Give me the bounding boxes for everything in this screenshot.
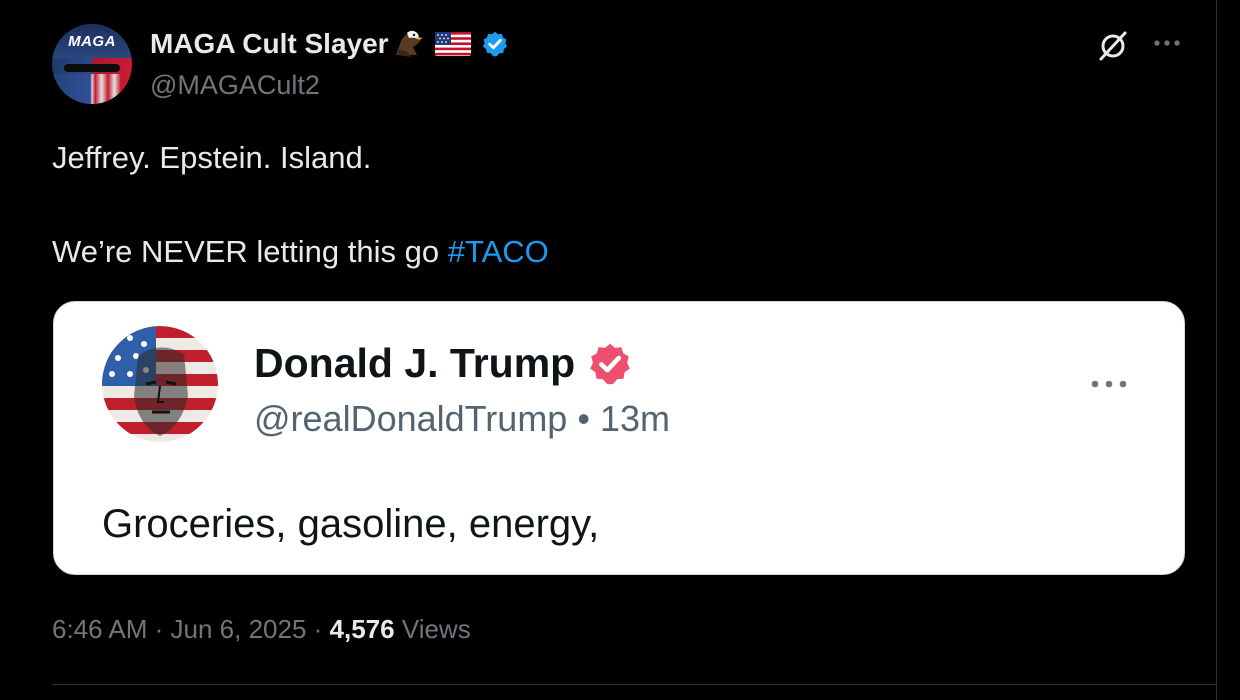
post-text-line-2: We’re NEVER letting this go #TACO — [52, 234, 549, 270]
post-date[interactable]: Jun 6, 2025 — [171, 614, 307, 644]
quoted-author-handle[interactable]: @realDonaldTrump — [254, 398, 567, 439]
more-options-icon[interactable] — [1086, 372, 1132, 396]
avatar-eyes — [64, 64, 120, 72]
meta-separator: · — [147, 614, 171, 644]
quoted-author-name[interactable]: Donald J. Trump — [254, 340, 575, 387]
author-name[interactable]: MAGA Cult Slayer — [150, 28, 389, 60]
quoted-post-time[interactable]: 13m — [600, 398, 670, 439]
post-text-prefix: We’re NEVER letting this go — [52, 234, 448, 269]
post-meta: 6:46 AM · Jun 6, 2025 · 4,576 Views — [52, 614, 471, 645]
post-time[interactable]: 6:46 AM — [52, 614, 147, 644]
author-avatar[interactable]: MAGA — [52, 24, 132, 104]
us-flag-icon — [434, 32, 471, 56]
eagle-icon — [395, 30, 423, 57]
avatar-cap-text: MAGA — [68, 33, 116, 50]
quoted-author-meta: @realDonaldTrump • 13m — [254, 398, 670, 440]
author-handle[interactable]: @MAGACult2 — [150, 70, 320, 101]
more-options-icon[interactable] — [1150, 28, 1184, 58]
meta-separator: · — [306, 614, 330, 644]
post-text-line-1: Jeffrey. Epstein. Island. — [52, 140, 372, 175]
quoted-post-card[interactable]: Donald J. Trump @realDonaldTrump • 13m G… — [53, 301, 1185, 575]
views-label: Views — [394, 614, 471, 644]
avatar-mask — [52, 74, 132, 104]
column-border — [1216, 0, 1217, 700]
hashtag-link[interactable]: #TACO — [448, 234, 549, 269]
divider — [52, 684, 1216, 685]
verified-badge-icon[interactable] — [481, 30, 509, 58]
meta-bullet: • — [567, 398, 600, 439]
quoted-post-text: Groceries, gasoline, energy, — [102, 502, 600, 546]
views-count[interactable]: 4,576 — [330, 614, 395, 644]
grok-icon[interactable] — [1096, 28, 1130, 62]
verified-badge-icon[interactable] — [587, 341, 633, 387]
author-name-row[interactable]: MAGA Cult Slayer — [150, 28, 509, 60]
quoted-author-avatar[interactable] — [102, 326, 218, 442]
quoted-author-name-row[interactable]: Donald J. Trump — [254, 340, 633, 387]
